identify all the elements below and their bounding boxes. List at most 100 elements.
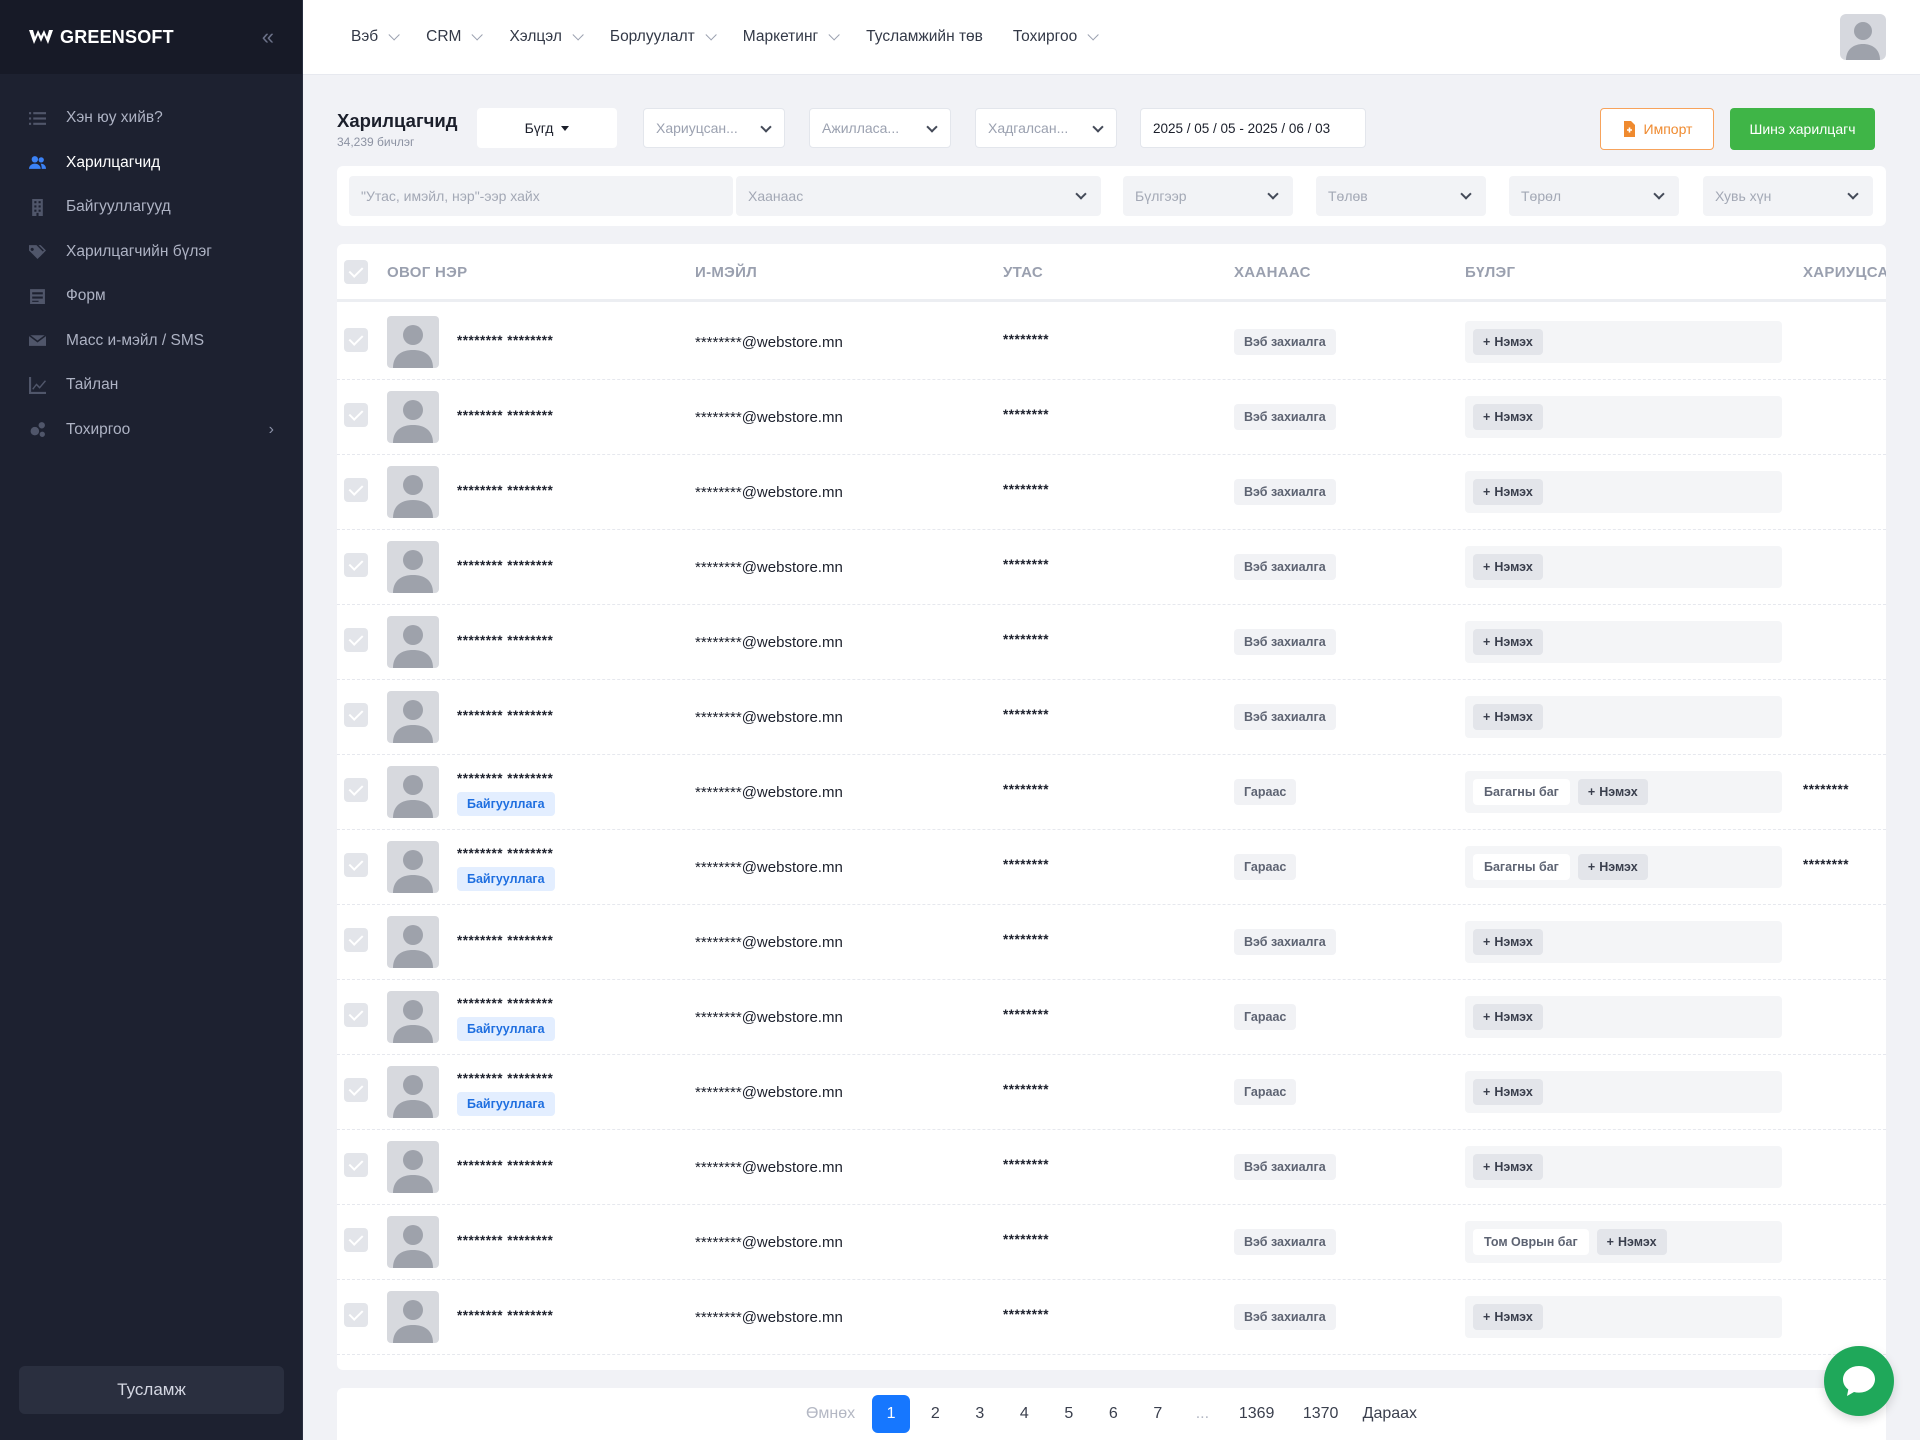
- column-header-source[interactable]: ХААНААС: [1234, 264, 1311, 281]
- topnav-sales[interactable]: Борлуулалт: [610, 28, 717, 46]
- group-select[interactable]: Бүлгээр: [1123, 176, 1293, 216]
- topnav-crm[interactable]: CRM: [426, 28, 484, 46]
- row-checkbox[interactable]: [344, 403, 368, 427]
- type-select[interactable]: Төрөл: [1509, 176, 1679, 216]
- contact-name[interactable]: ******** ********: [457, 633, 553, 648]
- table-row[interactable]: ******** ******** ********@webstore.mn ***…: [337, 530, 1886, 605]
- status-select[interactable]: Төлөв: [1316, 176, 1486, 216]
- table-row[interactable]: ******** ******** ********@webstore.mn ***…: [337, 305, 1886, 380]
- contact-name[interactable]: ******** ********: [457, 846, 553, 861]
- filter-responsible-select[interactable]: Хариуцсан...: [643, 108, 785, 148]
- sidebar-item-contacts[interactable]: Харилцагчид: [0, 141, 302, 186]
- source-select[interactable]: Хаанаас: [736, 176, 1101, 216]
- add-group-button[interactable]: + Нэмэх: [1473, 929, 1543, 955]
- add-group-button[interactable]: + Нэмэх: [1473, 554, 1543, 580]
- page-button[interactable]: 3: [958, 1395, 1003, 1433]
- sidebar-item-contact-groups[interactable]: Харилцагчийн бүлэг: [0, 230, 302, 275]
- add-group-button[interactable]: + Нэмэх: [1473, 329, 1543, 355]
- add-group-button[interactable]: + Нэмэх: [1473, 404, 1543, 430]
- table-row[interactable]: ******** ******** ********@webstore.mn ***…: [337, 1130, 1886, 1205]
- table-row[interactable]: ******** ******** Байгууллага ********@web…: [337, 755, 1886, 830]
- contact-name[interactable]: ******** ********: [457, 1233, 553, 1248]
- contact-name[interactable]: ******** ********: [457, 1308, 553, 1323]
- sidebar-item-activity[interactable]: Хэн юу хийв?: [0, 96, 302, 141]
- add-group-button[interactable]: + Нэмэх: [1473, 1304, 1543, 1330]
- filter-all-dropdown[interactable]: Бүгд: [477, 108, 617, 148]
- table-row[interactable]: ******** ******** ********@webstore.mn ***…: [337, 905, 1886, 980]
- add-group-button[interactable]: + Нэмэх: [1577, 779, 1648, 805]
- search-input[interactable]: "Утас, имэйл, нэр"-ээр хайх: [349, 176, 733, 216]
- contact-name[interactable]: ******** ********: [457, 1158, 553, 1173]
- row-checkbox[interactable]: [344, 1228, 368, 1252]
- table-row[interactable]: ******** ******** ********@webstore.mn ***…: [337, 455, 1886, 530]
- page-button[interactable]: 1: [872, 1395, 911, 1433]
- filter-saved-select[interactable]: Хадгалсан...: [975, 108, 1117, 148]
- row-checkbox[interactable]: [344, 853, 368, 877]
- add-group-button[interactable]: + Нэмэх: [1473, 1079, 1543, 1105]
- row-checkbox[interactable]: [344, 478, 368, 502]
- page-button[interactable]: 2: [913, 1395, 958, 1433]
- contact-name[interactable]: ******** ********: [457, 483, 553, 498]
- contact-name[interactable]: ******** ********: [457, 558, 553, 573]
- chat-button[interactable]: [1824, 1346, 1894, 1416]
- add-group-button[interactable]: + Нэмэх: [1473, 1154, 1543, 1180]
- sidebar-item-mass-mail[interactable]: Масс и-мэйл / SMS: [0, 319, 302, 364]
- table-row[interactable]: ******** ******** ********@webstore.mn ***…: [337, 380, 1886, 455]
- row-checkbox[interactable]: [344, 778, 368, 802]
- add-group-button[interactable]: + Нэмэх: [1473, 1004, 1543, 1030]
- row-checkbox[interactable]: [344, 1153, 368, 1177]
- table-row[interactable]: ******** ******** Байгууллага ********@web…: [337, 980, 1886, 1055]
- row-checkbox[interactable]: [344, 703, 368, 727]
- row-checkbox[interactable]: [344, 1003, 368, 1027]
- user-avatar[interactable]: [1840, 14, 1886, 60]
- contact-name[interactable]: ******** ********: [457, 1071, 553, 1086]
- contact-name[interactable]: ******** ********: [457, 996, 553, 1011]
- brand-logo[interactable]: GREENSOFT: [28, 27, 174, 48]
- sidebar-item-settings[interactable]: Тохиргоо ›: [0, 408, 302, 453]
- add-group-button[interactable]: + Нэмэх: [1473, 629, 1543, 655]
- topnav-web[interactable]: Вэб: [351, 28, 400, 46]
- person-select[interactable]: Хувь хүн: [1703, 176, 1873, 216]
- select-all-checkbox[interactable]: [344, 260, 368, 284]
- column-header-responsible[interactable]: ХАРИУЦСА: [1803, 264, 1886, 281]
- table-row[interactable]: ******** ******** ********@webstore.mn ***…: [337, 1280, 1886, 1355]
- contact-name[interactable]: ******** ********: [457, 771, 553, 786]
- contact-name[interactable]: ******** ********: [457, 408, 553, 423]
- sidebar-item-organizations[interactable]: Байгууллагууд: [0, 185, 302, 230]
- topnav-deals[interactable]: Хэлцэл: [509, 28, 584, 46]
- page-button[interactable]: 1370: [1289, 1395, 1353, 1433]
- row-checkbox[interactable]: [344, 928, 368, 952]
- row-checkbox[interactable]: [344, 1078, 368, 1102]
- next-page-button[interactable]: Дараах: [1359, 1395, 1421, 1433]
- column-header-email[interactable]: И-МЭЙЛ: [695, 264, 757, 281]
- add-group-button[interactable]: + Нэмэх: [1596, 1229, 1667, 1255]
- table-row[interactable]: ******** ******** ********@webstore.mn ***…: [337, 605, 1886, 680]
- table-row[interactable]: ******** ******** ********@webstore.mn ***…: [337, 1205, 1886, 1280]
- page-button[interactable]: 7: [1136, 1395, 1181, 1433]
- add-group-button[interactable]: + Нэмэх: [1473, 704, 1543, 730]
- column-header-phone[interactable]: УТАС: [1003, 264, 1043, 281]
- row-checkbox[interactable]: [344, 553, 368, 577]
- table-row[interactable]: ******** ******** ********@webstore.mn ***…: [337, 680, 1886, 755]
- contact-name[interactable]: ******** ********: [457, 933, 553, 948]
- contact-name[interactable]: ******** ********: [457, 333, 553, 348]
- row-checkbox[interactable]: [344, 1303, 368, 1327]
- column-header-name[interactable]: ОВОГ НЭР: [387, 264, 467, 281]
- collapse-sidebar-icon[interactable]: «: [262, 24, 274, 50]
- new-contact-button[interactable]: Шинэ харилцагч: [1730, 108, 1875, 150]
- column-header-group[interactable]: БҮЛЭГ: [1465, 264, 1515, 281]
- topnav-marketing[interactable]: Маркетинг: [743, 28, 840, 46]
- prev-page-button[interactable]: Өмнөх: [802, 1395, 859, 1433]
- add-group-button[interactable]: + Нэмэх: [1577, 854, 1648, 880]
- add-group-button[interactable]: + Нэмэх: [1473, 479, 1543, 505]
- filter-worked-select[interactable]: Ажилласа...: [809, 108, 951, 148]
- row-checkbox[interactable]: [344, 328, 368, 352]
- table-row[interactable]: ******** ******** Байгууллага ********@web…: [337, 830, 1886, 905]
- help-button[interactable]: Тусламж: [19, 1366, 284, 1414]
- page-button[interactable]: 6: [1091, 1395, 1136, 1433]
- sidebar-item-form[interactable]: Форм: [0, 274, 302, 319]
- import-button[interactable]: Импорт: [1600, 108, 1714, 150]
- contact-name[interactable]: ******** ********: [457, 708, 553, 723]
- page-button[interactable]: 4: [1002, 1395, 1047, 1433]
- topnav-help-center[interactable]: Тусламжийн төв: [866, 28, 983, 46]
